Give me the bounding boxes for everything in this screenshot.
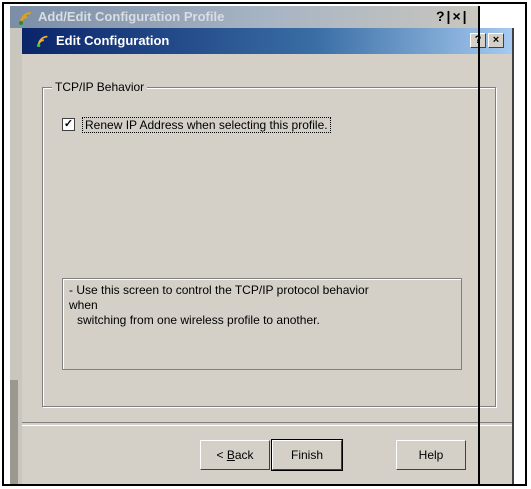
- wifi-signal-icon: [36, 35, 48, 48]
- info-line-3: switching from one wireless profile to a…: [77, 313, 320, 327]
- background-window-right-border: [478, 6, 480, 484]
- edit-configuration-dialog: Edit Configuration ? × TCP/IP Behavior ✓…: [22, 28, 514, 484]
- renew-ip-checkbox[interactable]: ✓: [62, 118, 75, 131]
- renew-ip-checkbox-label[interactable]: Renew IP Address when selecting this pro…: [82, 117, 331, 133]
- background-window-edge-dark: [10, 380, 18, 484]
- back-button-rest: ack: [234, 448, 254, 462]
- wifi-signal-icon: [19, 12, 32, 25]
- info-line-2: when: [69, 298, 98, 312]
- info-description-box: - Use this screen to control the TCP/IP …: [62, 278, 462, 370]
- button-separator: [22, 422, 512, 426]
- back-button-accel: B: [226, 448, 235, 462]
- close-title-button[interactable]: ×: [488, 33, 504, 48]
- finish-button[interactable]: Finish: [271, 439, 343, 471]
- help-button[interactable]: Help: [396, 440, 466, 470]
- info-line-1: - Use this screen to control the TCP/IP …: [69, 283, 369, 297]
- dialog-titlebar: Edit Configuration ? ×: [22, 28, 512, 54]
- dialog-title: Edit Configuration: [56, 33, 170, 48]
- back-button-prefix: <: [216, 448, 227, 462]
- background-window-title: Add/Edit Configuration Profile: [38, 9, 225, 24]
- background-window-buttons[interactable]: ?|×|: [436, 8, 469, 24]
- back-button[interactable]: < Back: [200, 440, 270, 470]
- group-title: TCP/IP Behavior: [52, 80, 148, 94]
